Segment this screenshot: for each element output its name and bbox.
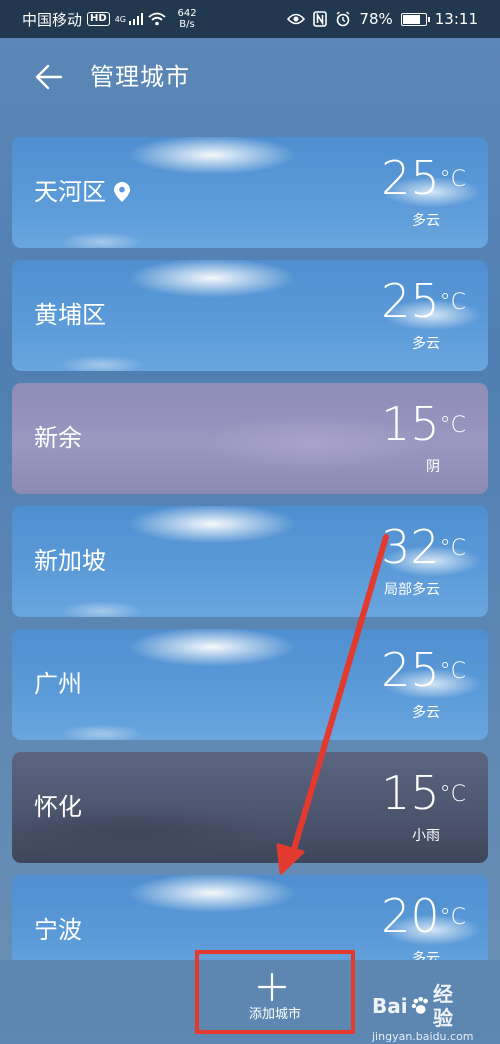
city-card[interactable]: 新余 15°C 阴	[12, 383, 488, 494]
city-card[interactable]: 新加坡 32°C 局部多云	[12, 506, 488, 617]
watermark-url: jingyan.baidu.com	[372, 1030, 474, 1043]
city-card[interactable]: 宁波 20°C 多云	[12, 875, 488, 960]
temperature: 25°C	[381, 643, 466, 697]
city-name: 广州	[34, 670, 82, 698]
carrier-name: 中国移动	[22, 10, 83, 29]
temperature: 32°C	[381, 520, 466, 574]
city-name: 天河区	[34, 178, 106, 206]
temperature: 15°C	[381, 397, 466, 451]
page-title: 管理城市	[90, 63, 190, 91]
city-name: 新加坡	[34, 547, 106, 575]
temp-unit: °C	[439, 782, 466, 807]
add-city-label: 添加城市	[248, 1007, 301, 1022]
temp-value: 25	[381, 151, 440, 205]
city-card[interactable]: 天河区 25°C 多云	[12, 137, 488, 248]
city-name: 黄埔区	[34, 301, 106, 329]
baidu-jingyan-watermark: Bai 经验 jingyan.baidu.com	[372, 982, 474, 1043]
city-list: 天河区 25°C 多云 黄埔区 25°C 多云 新余 15°C 阴 新加坡 32…	[12, 137, 488, 960]
temperature: 25°C	[381, 274, 466, 328]
temperature: 20°C	[381, 889, 466, 943]
watermark-logo: Bai 经验	[372, 982, 472, 1030]
wifi-icon	[148, 12, 167, 26]
city-card[interactable]: 广州 25°C 多云	[12, 629, 488, 740]
location-pin-icon	[114, 182, 130, 202]
status-left: 中国移动 HD 4G 642 B/s	[22, 0, 197, 38]
temperature: 15°C	[381, 766, 466, 820]
temp-unit: °C	[439, 905, 466, 930]
weather-condition: 多云	[412, 336, 440, 352]
weather-condition: 小雨	[412, 828, 440, 844]
add-city-button[interactable]: 添加城市	[195, 950, 355, 1034]
eye-comfort-icon	[287, 13, 306, 25]
temp-value: 25	[381, 643, 440, 697]
temp-value: 20	[381, 889, 440, 943]
alarm-icon	[336, 11, 350, 27]
temperature: 25°C	[381, 151, 466, 205]
status-right: 78% 13:11	[287, 0, 478, 38]
city-name: 新余	[34, 424, 82, 452]
temp-value: 25	[381, 274, 440, 328]
plus-icon	[257, 972, 287, 1002]
battery-percent: 78%	[359, 10, 393, 28]
battery-icon	[400, 12, 430, 26]
hd-badge: HD	[87, 12, 110, 26]
app-bar: 管理城市	[0, 38, 500, 118]
temp-value: 32	[381, 520, 440, 574]
city-card[interactable]: 怀化 15°C 小雨	[12, 752, 488, 863]
back-arrow-icon[interactable]	[34, 62, 64, 92]
nfc-icon	[313, 11, 328, 27]
city-name: 宁波	[34, 916, 82, 944]
network-type: 4G	[114, 14, 126, 24]
network-speed: 642 B/s	[177, 8, 196, 30]
temp-unit: °C	[439, 290, 466, 315]
temp-unit: °C	[439, 659, 466, 684]
temp-unit: °C	[439, 413, 466, 438]
speed-unit: B/s	[179, 19, 195, 30]
temp-value: 15	[381, 766, 440, 820]
temp-unit: °C	[439, 167, 466, 192]
speed-value: 642	[177, 8, 197, 19]
watermark-logo-b: 经验	[433, 982, 454, 1030]
temp-value: 15	[381, 397, 440, 451]
watermark-logo-a: Bai	[372, 994, 408, 1018]
signal-icon	[128, 13, 144, 25]
status-bar: 中国移动 HD 4G 642 B/s 78% 13:11	[0, 0, 500, 38]
paw-icon	[411, 996, 428, 1014]
weather-condition: 多云	[412, 705, 440, 721]
weather-condition: 局部多云	[384, 582, 440, 598]
city-name: 怀化	[34, 793, 82, 821]
weather-condition: 多云	[412, 213, 440, 229]
city-card[interactable]: 黄埔区 25°C 多云	[12, 260, 488, 371]
weather-condition: 阴	[426, 459, 440, 475]
temp-unit: °C	[439, 536, 466, 561]
city-name-wrap: 天河区	[34, 175, 130, 209]
clock-time: 13:11	[434, 10, 478, 28]
